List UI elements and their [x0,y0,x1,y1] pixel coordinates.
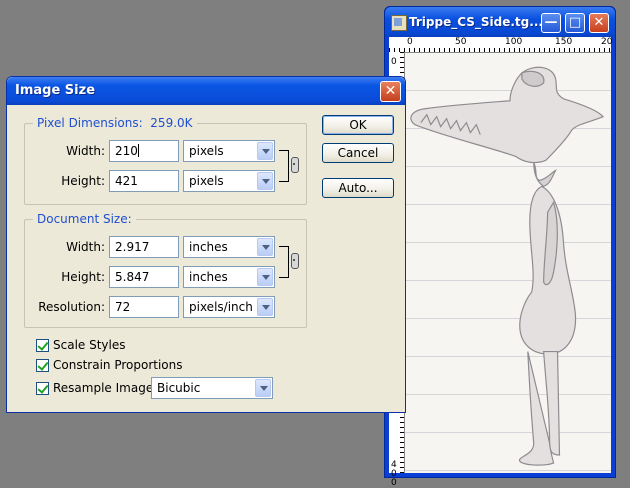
ruler-top-label: 20 [601,37,613,47]
dialog-body: Pixel Dimensions: 259.0K Width: 210 pixe… [10,105,402,409]
document-area: 0 50 100 150 20 0 5 0 1 0 0 1 5 0 2 0 0 … [389,37,613,488]
ruler-top-label: 150 [555,37,573,47]
doc-width-unit-select[interactable]: inches [183,236,275,258]
pixel-dimensions-title: Pixel Dimensions: 259.0K [33,116,197,130]
ok-button[interactable]: OK [322,115,394,135]
close-icon: ✕ [384,83,397,99]
ruler-left-label: 0 [391,57,397,67]
cancel-button[interactable]: Cancel [322,143,394,163]
chevron-down-icon [257,268,273,286]
image-file-icon [391,15,407,31]
pixel-width-input[interactable]: 210 [109,140,179,162]
pixel-height-unit: pixels [189,174,224,188]
resample-method-select[interactable]: Bicubic [151,377,273,399]
doc-link-bracket [279,246,289,278]
doc-height-value: 5.847 [115,270,150,284]
resolution-unit-select[interactable]: pixels/inch [183,296,275,318]
pixel-width-label: Width: [66,144,105,158]
resample-method-value: Bicubic [157,381,201,395]
doc-height-label: Height: [61,270,105,284]
minimize-icon: — [544,15,558,30]
chain-link-icon [291,253,299,269]
resolution-input[interactable]: 72 [109,296,179,318]
character-sketch [410,66,605,466]
chevron-down-icon [255,379,271,397]
pixel-dimensions-size: 259.0K [150,116,193,130]
image-canvas[interactable] [405,53,611,473]
pixel-width-value: 210 [115,144,138,158]
pixel-width-unit-select[interactable]: pixels [183,140,275,162]
checkbox-checked-icon [36,339,49,352]
pixel-width-unit: pixels [189,144,224,158]
checkbox-checked-icon [36,382,49,395]
document-size-title: Document Size: [33,212,136,226]
dialog-title-bar[interactable]: Image Size ✕ [7,77,405,105]
pixel-height-input[interactable]: 421 [109,170,179,192]
document-close-button[interactable]: ✕ [589,13,609,33]
dialog-title: Image Size [15,83,96,98]
ruler-top-label: 0 [407,37,413,47]
text-caret [137,144,139,157]
chevron-down-icon [257,298,273,316]
resolution-unit: pixels/inch [189,300,253,314]
pixel-height-value: 421 [115,174,138,188]
resample-image-label: Resample Image: [53,381,158,395]
horizontal-ruler[interactable]: 0 50 100 150 20 [389,37,613,53]
doc-height-unit-select[interactable]: inches [183,266,275,288]
document-title: Trippe_CS_Side.tg... [409,15,543,29]
scale-styles-label: Scale Styles [53,338,126,352]
doc-width-value: 2.917 [115,240,150,254]
doc-height-unit: inches [189,270,228,284]
resolution-label: Resolution: [38,300,105,314]
minimize-button[interactable]: — [541,13,561,33]
ruler-left-label: 0 [391,478,397,488]
chevron-down-icon [257,172,273,190]
pixel-dimensions-group: Pixel Dimensions: 259.0K Width: 210 pixe… [24,116,307,205]
dialog-close-button[interactable]: ✕ [380,81,401,102]
pixel-height-unit-select[interactable]: pixels [183,170,275,192]
maximize-button[interactable]: □ [565,13,585,33]
auto-button[interactable]: Auto... [322,178,394,198]
doc-width-label: Width: [66,240,105,254]
ruler-top-label: 50 [455,37,467,47]
chevron-down-icon [257,238,273,256]
checkbox-checked-icon [36,359,49,372]
pixel-dimensions-label: Pixel Dimensions: [37,116,143,130]
pixel-link-bracket [279,150,289,182]
doc-width-input[interactable]: 2.917 [109,236,179,258]
document-window: Trippe_CS_Side.tg... — □ ✕ 0 50 100 150 … [384,6,616,488]
ruler-top-label: 100 [505,37,523,47]
chain-link-icon [291,157,299,173]
image-size-dialog: Image Size ✕ Pixel Dimensions: 259.0K Wi… [6,76,406,413]
maximize-icon: □ [568,15,582,30]
pixel-height-label: Height: [61,174,105,188]
document-title-bar[interactable]: Trippe_CS_Side.tg... — □ ✕ [385,7,615,37]
chevron-down-icon [257,142,273,160]
doc-width-unit: inches [189,240,228,254]
constrain-proportions-label: Constrain Proportions [53,358,183,372]
document-size-group: Document Size: Width: 2.917 inches Heigh… [24,212,307,328]
close-icon: ✕ [593,15,605,30]
resolution-value: 72 [115,300,131,314]
doc-height-input[interactable]: 5.847 [109,266,179,288]
